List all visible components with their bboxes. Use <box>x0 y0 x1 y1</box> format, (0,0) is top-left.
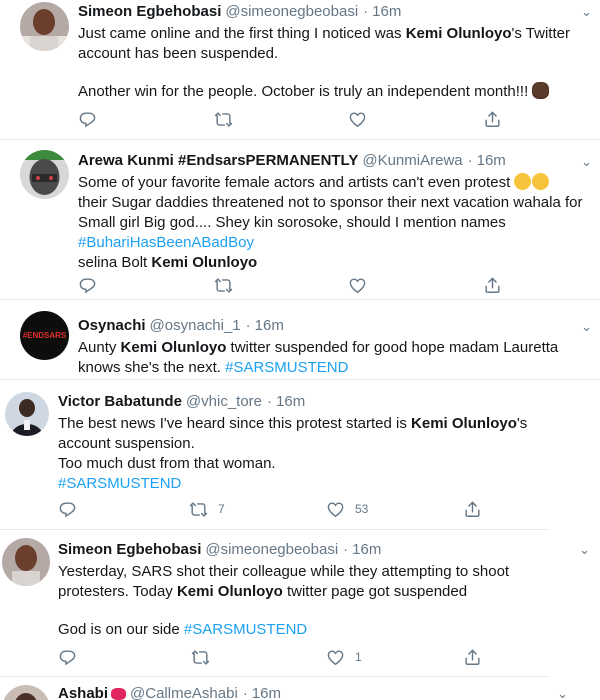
handle[interactable]: @osynachi_1 <box>150 316 241 336</box>
avatar[interactable] <box>2 685 50 700</box>
share-icon <box>463 648 482 667</box>
chevron-down-icon[interactable]: ⌄ <box>581 154 592 170</box>
retweet-button[interactable] <box>191 648 210 667</box>
timestamp[interactable]: 16m <box>372 2 401 22</box>
hashtag-link[interactable]: #SARSMUSTEND <box>225 359 348 376</box>
share-button[interactable] <box>463 500 482 519</box>
like-icon <box>326 648 345 667</box>
reply-button[interactable] <box>78 276 97 295</box>
like-button[interactable] <box>348 110 367 129</box>
hashtag-link[interactable]: #SARSMUSTEND <box>58 475 181 492</box>
tweet[interactable]: Simeon Egbehobasi @simeonegbeobasi · 16m… <box>0 0 600 140</box>
retweet-icon <box>214 110 233 129</box>
laughing-emoji <box>514 173 532 190</box>
tweet-text: The best news I've heard since this prot… <box>58 415 528 492</box>
reply-button[interactable] <box>58 648 77 667</box>
timestamp[interactable]: 16m <box>477 151 506 171</box>
display-name[interactable]: Arewa Kunmi #EndsarsPERMANENTLY <box>78 151 358 171</box>
avatar[interactable] <box>20 150 69 199</box>
avatar[interactable]: #ENDSARS <box>20 311 69 360</box>
share-button[interactable] <box>463 648 482 667</box>
like-button[interactable] <box>348 276 367 295</box>
hashtag-link[interactable]: #BuhariHasBeenABadBoy <box>78 234 254 251</box>
like-count: 1 <box>355 650 362 664</box>
display-name[interactable]: Simeon Egbehobasi <box>78 2 221 22</box>
tweet-text: Yesterday, SARS shot their colleague whi… <box>58 563 510 638</box>
reply-icon <box>58 648 77 667</box>
reply-icon <box>78 276 97 295</box>
like-icon <box>326 500 345 519</box>
like-icon <box>348 110 367 129</box>
hashtag-link[interactable]: #SARSMUSTEND <box>184 621 307 638</box>
avatar[interactable] <box>20 2 69 51</box>
separator-dot: · <box>467 152 473 169</box>
laughing-emoji <box>532 173 550 190</box>
retweet-icon <box>191 648 210 667</box>
timestamp[interactable]: 16m <box>352 540 381 560</box>
tweet-text: Some of your favorite female actors and … <box>78 173 583 271</box>
display-name[interactable]: Victor Babatunde <box>58 392 182 412</box>
handle[interactable]: @KunmiArewa <box>362 151 462 171</box>
tweet[interactable]: #ENDSARS Osynachi @osynachi_1 · 16m Aunt… <box>0 300 600 380</box>
tweet[interactable]: Simeon Egbehobasi @simeonegbeobasi · 16m… <box>0 530 590 677</box>
like-button[interactable]: 53 <box>326 500 368 519</box>
display-name[interactable]: Osynachi <box>78 316 146 336</box>
timestamp[interactable]: 16m <box>276 392 305 412</box>
lips-emoji <box>111 688 127 700</box>
handle[interactable]: @vhic_tore <box>186 392 262 412</box>
display-name[interactable]: Ashabi <box>58 684 108 700</box>
share-button[interactable] <box>483 110 502 129</box>
separator-dot: · <box>242 685 248 700</box>
avatar[interactable] <box>5 392 49 436</box>
retweet-icon <box>189 500 208 519</box>
timestamp[interactable]: 16m <box>255 316 284 336</box>
tweet[interactable]: Arewa Kunmi #EndsarsPERMANENTLY @KunmiAr… <box>0 140 600 300</box>
tweet[interactable]: Victor Babatunde @vhic_tore · 16m The be… <box>0 380 550 530</box>
timestamp[interactable]: 16m <box>252 684 281 700</box>
share-button[interactable] <box>483 276 502 295</box>
chevron-down-icon[interactable]: ⌄ <box>579 542 590 558</box>
separator-dot: · <box>245 317 251 334</box>
like-count: 53 <box>355 502 369 516</box>
display-name[interactable]: Simeon Egbehobasi <box>58 540 201 560</box>
retweet-button[interactable] <box>214 110 233 129</box>
handle[interactable]: @simeonegbeobasi <box>205 540 338 560</box>
chevron-down-icon[interactable]: ⌄ <box>557 686 568 700</box>
retweet-button[interactable] <box>214 276 233 295</box>
reply-button[interactable] <box>58 500 77 519</box>
like-icon <box>348 276 367 295</box>
separator-dot: · <box>267 393 273 410</box>
separator-dot: · <box>343 541 349 558</box>
handle[interactable]: @simeonegbeobasi <box>225 2 358 22</box>
tweet[interactable]: Ashabi @CallmeAshabi · 16m ⌄ <box>0 677 600 700</box>
retweet-button[interactable]: 7 <box>189 500 225 519</box>
retweet-icon <box>214 276 233 295</box>
share-icon <box>463 500 482 519</box>
reply-icon <box>78 110 97 129</box>
reply-button[interactable] <box>78 110 97 129</box>
retweet-count: 7 <box>218 502 225 516</box>
tweet-text: Aunty Kemi Olunloyo twitter suspended fo… <box>78 339 559 376</box>
handle[interactable]: @CallmeAshabi <box>130 684 238 700</box>
tweet-text: Just came online and the first thing I n… <box>78 25 570 100</box>
avatar[interactable] <box>2 538 50 586</box>
reply-icon <box>58 500 77 519</box>
like-button[interactable]: 1 <box>326 648 362 667</box>
share-icon <box>483 276 502 295</box>
chevron-down-icon[interactable]: ⌄ <box>581 4 592 20</box>
separator-dot: · <box>363 3 369 20</box>
raised-fist-emoji <box>532 82 550 99</box>
share-icon <box>483 110 502 129</box>
chevron-down-icon[interactable]: ⌄ <box>581 319 592 335</box>
